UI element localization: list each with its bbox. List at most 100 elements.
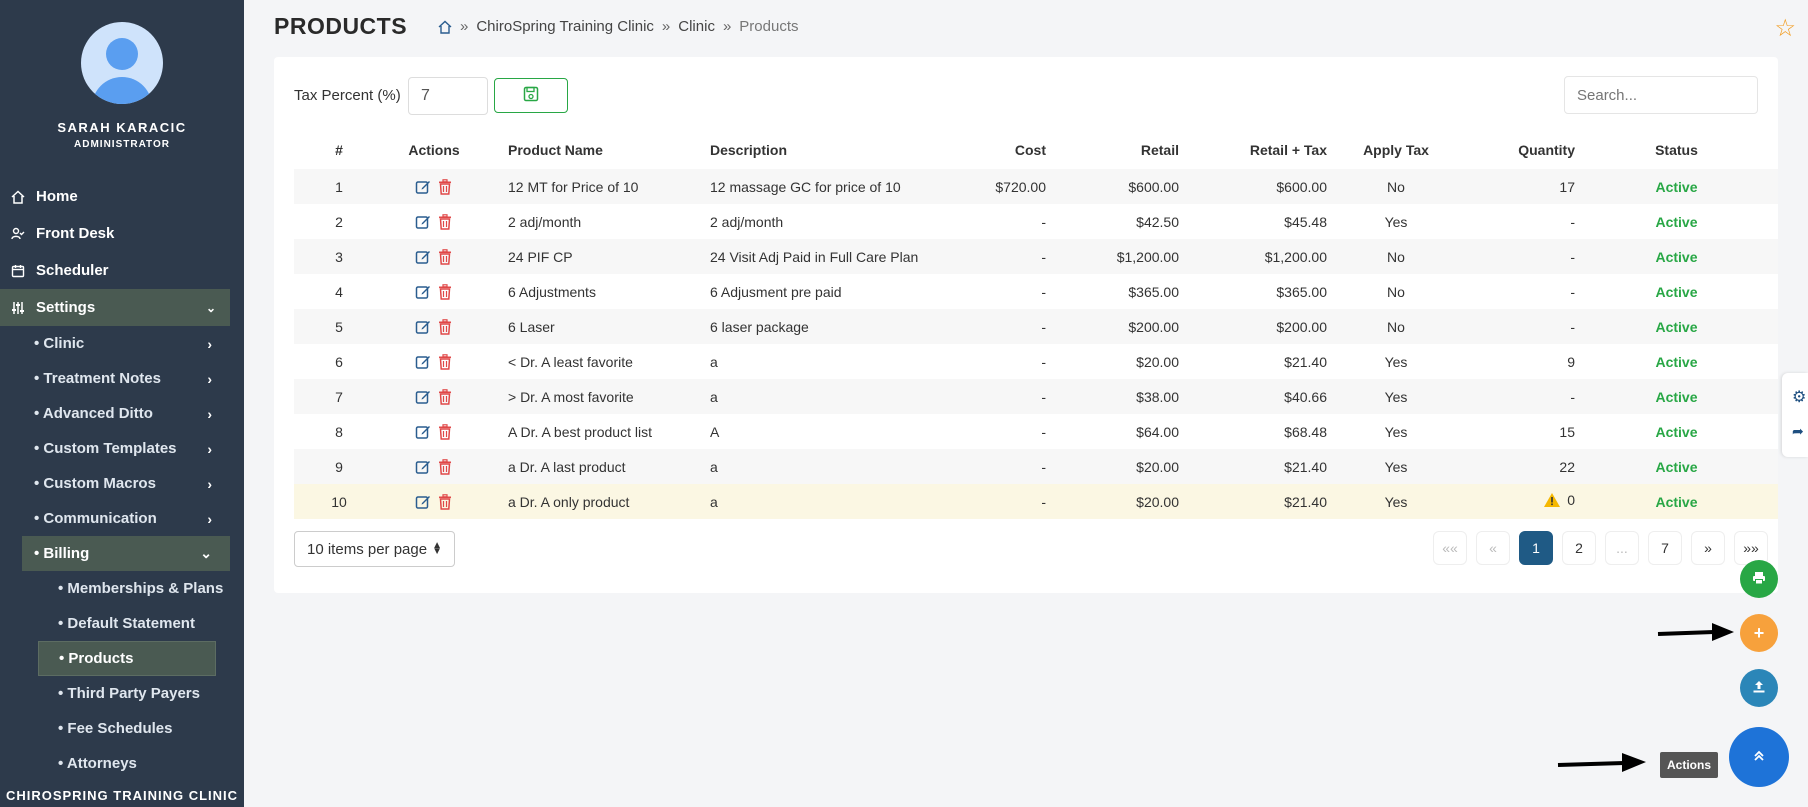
table-row[interactable]: 4 6 Adjustments 6 Adjusment pre paid - $365.… (294, 274, 1778, 309)
trash-icon[interactable] (437, 214, 453, 230)
sidebar-item-attorneys[interactable]: • Attorneys (0, 746, 244, 781)
table-row[interactable]: 8 A Dr. A best product list A - $64.00 $68.48… (294, 414, 1778, 449)
sidebar-item-scheduler[interactable]: Scheduler (0, 252, 244, 289)
edit-icon[interactable] (415, 424, 431, 440)
sidebar-item-third-party-payers[interactable]: • Third Party Payers (0, 676, 244, 711)
col-header-status[interactable]: Status (1575, 131, 1778, 169)
edit-icon[interactable] (415, 319, 431, 335)
sidebar-item-default-statement[interactable]: • Default Statement (0, 606, 244, 641)
trash-icon[interactable] (437, 179, 453, 195)
table-row[interactable]: 3 24 PIF CP 24 Visit Adj Paid in Full Care… (294, 239, 1778, 274)
upload-button[interactable] (1740, 669, 1778, 707)
col-header-quantity[interactable]: Quantity (1465, 131, 1575, 169)
cell-retail: $64.00 (1136, 423, 1179, 440)
sidebar-item-label: • Attorneys (58, 755, 137, 772)
col-header-description[interactable]: Description (702, 131, 932, 169)
edit-icon[interactable] (415, 459, 431, 475)
trash-icon[interactable] (437, 459, 453, 475)
quantity-value: - (1570, 388, 1575, 405)
home-icon[interactable] (438, 20, 452, 34)
page-button-1[interactable]: 1 (1519, 531, 1553, 565)
add-product-button[interactable]: + (1740, 614, 1778, 652)
cell-product-name: < Dr. A least favorite (508, 353, 633, 370)
cell-retail: $42.50 (1136, 213, 1179, 230)
page-button-7[interactable]: 7 (1648, 531, 1682, 565)
print-button[interactable] (1740, 560, 1778, 598)
sidebar-item-treatment-notes[interactable]: • Treatment Notes › (0, 361, 244, 396)
trash-icon[interactable] (437, 249, 453, 265)
table-row[interactable]: 1 12 MT for Price of 10 12 massage GC for … (294, 169, 1778, 204)
trash-icon[interactable] (437, 389, 453, 405)
page-button-2[interactable]: 2 (1562, 531, 1596, 565)
sidebar-item-communication[interactable]: • Communication › (0, 501, 244, 536)
col-header-retail-tax[interactable]: Retail + Tax (1179, 131, 1327, 169)
edit-icon[interactable] (415, 284, 431, 300)
edit-icon[interactable] (415, 179, 431, 195)
breadcrumb-clinic-link[interactable]: ChiroSpring Training Clinic (476, 18, 654, 35)
table-row[interactable]: 9 a Dr. A last product a - $20.00 $21.40 Yes 22… (294, 449, 1778, 484)
search-input[interactable] (1564, 76, 1758, 114)
sidebar-item-settings[interactable]: Settings ⌄ (0, 289, 230, 326)
cell-status: Active (1575, 449, 1778, 484)
gear-icon[interactable]: ⚙ (1792, 387, 1806, 407)
table-row[interactable]: 2 2 adj/month 2 adj/month - $42.50 $45.48 Yes -… (294, 204, 1778, 239)
actions-menu-button[interactable] (1729, 727, 1789, 787)
table-row[interactable]: 6 < Dr. A least favorite a - $20.00 $21.40 Yes… (294, 344, 1778, 379)
quantity-value: 17 (1559, 178, 1575, 195)
col-header-name[interactable]: Product Name (484, 131, 702, 169)
sidebar-item-memberships[interactable]: • Memberships & Plans (0, 571, 244, 606)
cell-retail-tax: $40.66 (1284, 388, 1327, 405)
avatar[interactable] (81, 22, 163, 104)
table-row[interactable]: 10 a Dr. A only product a - $20.00 $21.40 Yes 0… (294, 484, 1778, 519)
sidebar-item-clinic[interactable]: • Clinic › (0, 326, 244, 361)
save-tax-button[interactable] (494, 78, 568, 113)
sidebar-item-home[interactable]: Home (0, 178, 244, 215)
double-chevron-up-icon (1752, 746, 1766, 769)
trash-icon[interactable] (437, 354, 453, 370)
table-row[interactable]: 7 > Dr. A most favorite a - $38.00 $40.66 Yes -… (294, 379, 1778, 414)
trash-icon[interactable] (437, 494, 453, 510)
page-prev-button[interactable]: « (1476, 531, 1510, 565)
trash-icon[interactable] (437, 284, 453, 300)
breadcrumb-section-link[interactable]: Clinic (678, 18, 715, 35)
col-header-num[interactable]: # (294, 131, 384, 169)
edit-icon[interactable] (415, 249, 431, 265)
cell-actions (384, 309, 484, 344)
quantity-value: - (1570, 213, 1575, 230)
quantity-value: - (1570, 283, 1575, 300)
sidebar-item-advanced-ditto[interactable]: • Advanced Ditto › (0, 396, 244, 431)
cell-description: 6 Adjusment pre paid (710, 283, 842, 300)
tax-percent-input[interactable] (408, 77, 488, 115)
sidebar-item-billing[interactable]: • Billing ⌄ (22, 536, 230, 571)
cell-num: 3 (335, 248, 343, 265)
edit-icon[interactable] (415, 214, 431, 230)
star-icon[interactable]: ☆ (1774, 14, 1796, 43)
items-per-page-select[interactable]: 10 items per page ▲ ▼ (294, 531, 455, 567)
col-header-apply-tax[interactable]: Apply Tax (1327, 131, 1465, 169)
sidebar: SARAH KARACIC ADMINISTRATOR Home Front D… (0, 0, 244, 807)
sidebar-item-products[interactable]: • Products (38, 641, 216, 676)
share-icon[interactable]: ➦ (1792, 423, 1804, 440)
cell-description: 12 massage GC for price of 10 (710, 178, 901, 195)
sidebar-item-custom-macros[interactable]: • Custom Macros › (0, 466, 244, 501)
cell-retail: $20.00 (1136, 458, 1179, 475)
settings-side-tab[interactable]: ⚙ ➦ (1782, 373, 1808, 457)
trash-icon[interactable] (437, 424, 453, 440)
cell-retail: $200.00 (1128, 318, 1179, 335)
trash-icon[interactable] (437, 319, 453, 335)
sidebar-item-fee-schedules[interactable]: • Fee Schedules (0, 711, 244, 746)
edit-icon[interactable] (415, 494, 431, 510)
cell-actions (384, 379, 484, 414)
sidebar-item-front-desk[interactable]: Front Desk (0, 215, 244, 252)
edit-icon[interactable] (415, 389, 431, 405)
page-first-button[interactable]: «« (1433, 531, 1467, 565)
cell-status: Active (1575, 309, 1778, 344)
col-header-cost[interactable]: Cost (932, 131, 1046, 169)
edit-icon[interactable] (415, 354, 431, 370)
status-badge: Active (1655, 213, 1698, 230)
page-next-button[interactable]: » (1691, 531, 1725, 565)
table-row[interactable]: 5 6 Laser 6 laser package - $200.00 $200.00 No… (294, 309, 1778, 344)
sidebar-item-custom-templates[interactable]: • Custom Templates › (0, 431, 244, 466)
warning-icon (1543, 492, 1561, 511)
col-header-retail[interactable]: Retail (1046, 131, 1179, 169)
